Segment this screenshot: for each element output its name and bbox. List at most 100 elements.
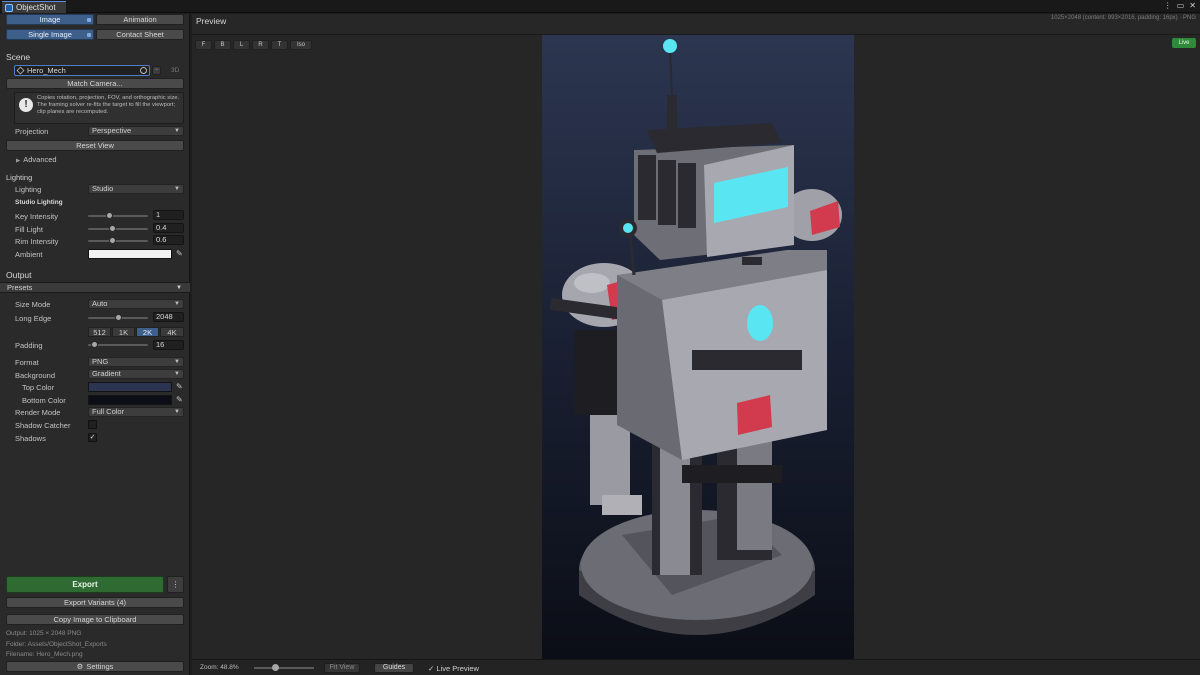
export-variants-button[interactable]: Export Variants (4) bbox=[6, 597, 184, 608]
live-preview-toggle[interactable]: ✓ Live Preview bbox=[428, 664, 479, 673]
close-icon[interactable]: ✕ bbox=[1189, 1, 1196, 10]
view-back-button[interactable]: B bbox=[214, 40, 231, 50]
slider-handle[interactable] bbox=[115, 314, 122, 321]
presets-foldout[interactable]: Presets ▼ bbox=[0, 282, 190, 293]
tab-single-image-label: Single Image bbox=[28, 30, 72, 39]
key-intensity-slider[interactable] bbox=[88, 211, 148, 221]
shadow-catcher-label: Shadow Catcher bbox=[15, 421, 71, 430]
render-canvas[interactable] bbox=[542, 35, 854, 659]
format-dropdown[interactable]: PNG ▼ bbox=[88, 357, 184, 367]
tab-single-image[interactable]: Single Image bbox=[6, 29, 94, 40]
eyedropper-icon[interactable]: ✎ bbox=[176, 382, 183, 391]
slider-handle[interactable] bbox=[109, 225, 116, 232]
background-dropdown[interactable]: Gradient ▼ bbox=[88, 369, 184, 379]
title-bar: ObjectShot ⋮ ▭ ✕ bbox=[0, 0, 1200, 13]
advanced-foldout[interactable]: ▶ Advanced bbox=[16, 155, 57, 164]
settings-label: Settings bbox=[86, 662, 114, 671]
view-front-button[interactable]: F bbox=[195, 40, 212, 50]
view-top-button[interactable]: T bbox=[271, 40, 288, 50]
size-mode-dropdown[interactable]: Auto ▼ bbox=[88, 299, 184, 309]
size-2k-button[interactable]: 2K bbox=[136, 327, 159, 337]
window-title: ObjectShot bbox=[16, 3, 56, 12]
zoom-slider[interactable] bbox=[254, 663, 314, 673]
advanced-label: Advanced bbox=[23, 155, 57, 164]
chevron-down-icon: ▼ bbox=[176, 285, 182, 291]
tab-animation[interactable]: Animation bbox=[96, 14, 184, 25]
settings-button[interactable]: ⚙ Settings bbox=[6, 661, 184, 672]
eyedropper-icon[interactable]: ✎ bbox=[176, 395, 183, 404]
shadow-catcher-checkbox[interactable] bbox=[88, 420, 97, 429]
copy-clipboard-label: Copy Image to Clipboard bbox=[53, 615, 137, 624]
bottom-color-swatch[interactable] bbox=[88, 395, 172, 405]
top-color-label: Top Color bbox=[22, 383, 55, 392]
settings-panel: Image Animation Single Image Contact She… bbox=[0, 14, 190, 675]
rim-intensity-field[interactable]: 0.6 bbox=[153, 235, 184, 245]
app-icon bbox=[5, 3, 13, 12]
shadows-checkbox[interactable]: ✓ bbox=[88, 433, 97, 442]
preview-info: 1025×2048 (content: 993×2016, padding: 1… bbox=[1050, 15, 1196, 21]
long-edge-field[interactable]: 2048 bbox=[153, 312, 184, 322]
fill-light-field[interactable]: 0.4 bbox=[153, 223, 184, 233]
tab-animation-label: Animation bbox=[123, 15, 157, 24]
export-button[interactable]: Export bbox=[6, 576, 164, 593]
padding-field[interactable]: 16 bbox=[153, 340, 184, 350]
bottom-color-label: Bottom Color bbox=[22, 396, 66, 405]
view-right-button[interactable]: R bbox=[252, 40, 269, 50]
slider-handle[interactable] bbox=[106, 212, 113, 219]
status-bar: Zoom: 48.8% Fit View Guides ✓ Live Previ… bbox=[192, 659, 1200, 675]
tab-image[interactable]: Image bbox=[6, 14, 94, 25]
slider-handle[interactable] bbox=[109, 237, 116, 244]
eyedropper-icon[interactable]: ✎ bbox=[176, 249, 183, 258]
tab-contact-sheet[interactable]: Contact Sheet bbox=[96, 29, 184, 40]
scene-heading: Scene bbox=[6, 52, 31, 62]
guides-toggle[interactable]: Guides bbox=[374, 663, 414, 673]
view-iso-button[interactable]: Iso bbox=[290, 40, 312, 50]
slider-handle[interactable] bbox=[272, 664, 279, 671]
window-tab[interactable]: ObjectShot bbox=[2, 1, 66, 13]
background-label: Background bbox=[15, 371, 56, 380]
live-badge: Live bbox=[1172, 38, 1196, 48]
menu-icon[interactable]: ⋮ bbox=[1164, 1, 1172, 10]
shadows-label: Shadows bbox=[15, 434, 46, 443]
projection-dropdown[interactable]: Perspective ▼ bbox=[88, 126, 184, 136]
projection-value: Perspective bbox=[92, 126, 132, 135]
fill-light-slider[interactable] bbox=[88, 224, 148, 234]
chevron-down-icon: ▼ bbox=[174, 186, 180, 192]
ambient-color-swatch[interactable] bbox=[88, 249, 172, 259]
size-1k-button[interactable]: 1K bbox=[112, 327, 135, 337]
top-color-swatch[interactable] bbox=[88, 382, 172, 392]
tab-image-label: Image bbox=[39, 15, 61, 24]
match-camera-button[interactable]: Match Camera... bbox=[6, 78, 184, 89]
clear-object-button[interactable]: − bbox=[152, 66, 161, 75]
lighting-label: Lighting bbox=[15, 185, 42, 194]
padding-slider[interactable] bbox=[88, 340, 148, 350]
live-preview-label: Live Preview bbox=[436, 664, 479, 673]
padding-label: Padding bbox=[15, 341, 43, 350]
selected-indicator-icon bbox=[87, 33, 91, 37]
key-intensity-field[interactable]: 1 bbox=[153, 210, 184, 220]
maximize-icon[interactable]: ▭ bbox=[1177, 1, 1185, 10]
target-object-field[interactable]: Hero_Mech bbox=[14, 65, 150, 76]
object-picker-icon[interactable] bbox=[140, 67, 147, 74]
export-options-button[interactable]: ⋮ bbox=[167, 576, 184, 593]
render-mode-label: Render Mode bbox=[15, 408, 61, 417]
view-left-button[interactable]: L bbox=[233, 40, 250, 50]
lighting-dropdown[interactable]: Studio ▼ bbox=[88, 184, 184, 194]
key-intensity-label: Key Intensity bbox=[15, 212, 58, 221]
reset-view-button[interactable]: Reset View bbox=[6, 140, 184, 151]
info-box: ! Copies rotation, projection, FOV, and … bbox=[14, 92, 184, 124]
format-value: PNG bbox=[92, 357, 109, 366]
size-mode-label: Size Mode bbox=[15, 300, 51, 309]
chevron-right-icon: ▶ bbox=[16, 158, 21, 164]
size-512-button[interactable]: 512 bbox=[88, 327, 111, 337]
fit-view-button[interactable]: Fit View bbox=[324, 663, 360, 673]
rim-intensity-slider[interactable] bbox=[88, 236, 148, 246]
copy-clipboard-button[interactable]: Copy Image to Clipboard bbox=[6, 614, 184, 625]
export-variants-label: Export Variants (4) bbox=[64, 598, 126, 607]
render-mode-value: Full Color bbox=[92, 407, 125, 416]
slider-handle[interactable] bbox=[91, 341, 98, 348]
long-edge-slider[interactable] bbox=[88, 313, 148, 323]
render-mode-dropdown[interactable]: Full Color ▼ bbox=[88, 407, 184, 417]
target-object-value: Hero_Mech bbox=[27, 66, 66, 75]
size-4k-button[interactable]: 4K bbox=[160, 327, 184, 337]
